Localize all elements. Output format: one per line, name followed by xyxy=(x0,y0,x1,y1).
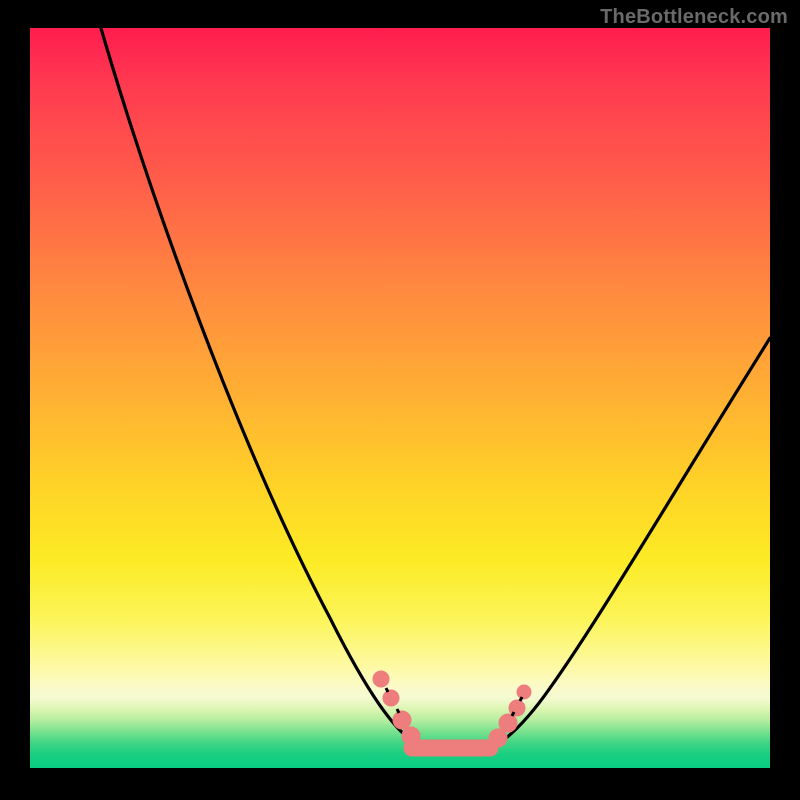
curve-left xyxy=(98,18,438,753)
plot-area xyxy=(30,28,770,768)
watermark-text: TheBottleneck.com xyxy=(600,6,788,29)
curve-layer xyxy=(30,28,770,768)
chart-frame: TheBottleneck.com xyxy=(0,0,800,800)
